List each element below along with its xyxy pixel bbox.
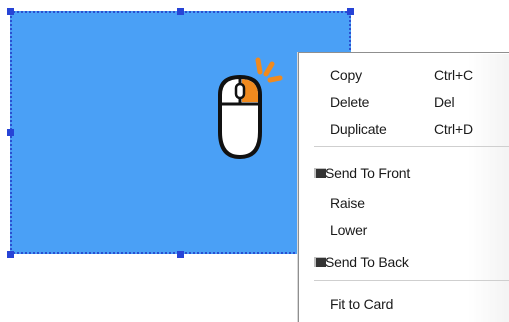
menu-item-shortcut: Del — [434, 94, 455, 110]
menu-item-send-to-front[interactable]: Send To Front — [300, 161, 509, 185]
menu-item-label: Copy — [330, 67, 362, 83]
menu-item-label: Lower — [330, 222, 368, 238]
menu-item-label: Raise — [330, 195, 365, 211]
menu-separator — [314, 280, 509, 281]
menu-item-delete[interactable]: Delete Del — [300, 90, 509, 114]
menu-item-duplicate[interactable]: Duplicate Ctrl+D — [300, 117, 509, 141]
resize-handle-bottom-left[interactable] — [7, 251, 14, 258]
menu-item-shortcut: Ctrl+C — [434, 67, 473, 83]
context-menu: Copy Ctrl+C Delete Del Duplicate Ctrl+D … — [298, 52, 509, 322]
menu-item-raise[interactable]: Raise — [300, 191, 509, 215]
resize-handle-bottom[interactable] — [177, 251, 184, 258]
menu-separator — [314, 146, 509, 147]
menu-item-shortcut: Ctrl+D — [434, 121, 473, 137]
menu-item-fit-to-card[interactable]: Fit to Card — [300, 292, 509, 316]
menu-item-label: Delete — [330, 94, 370, 110]
menu-item-copy[interactable]: Copy Ctrl+C — [300, 63, 509, 87]
menu-item-label: Fit to Card — [330, 296, 394, 312]
resize-handle-top-right[interactable] — [347, 8, 354, 15]
mouse-right-click-icon — [218, 57, 283, 160]
menu-item-label: Duplicate — [330, 121, 387, 137]
resize-handle-top[interactable] — [177, 8, 184, 15]
menu-item-label: Send To Back — [325, 254, 409, 270]
menu-item-label: Send To Front — [325, 165, 411, 181]
resize-handle-left[interactable] — [7, 129, 14, 136]
resize-handle-top-left[interactable] — [7, 8, 14, 15]
menu-item-send-to-back[interactable]: Send To Back — [300, 250, 509, 274]
menu-item-lower[interactable]: Lower — [300, 218, 509, 242]
